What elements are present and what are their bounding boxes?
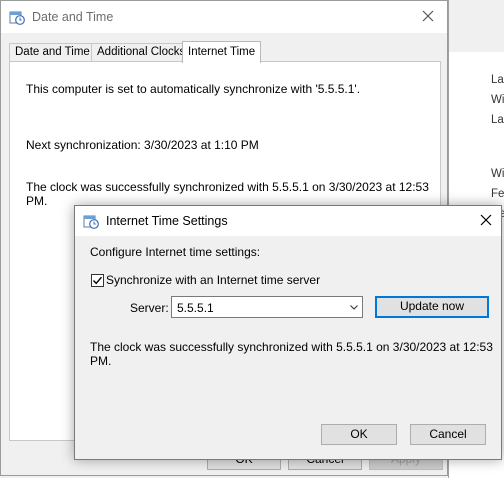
dialog-cancel-button[interactable]: Cancel [410,424,486,445]
background-text: Las [491,74,504,86]
sync-checkbox[interactable] [91,274,104,287]
dialog-title: Internet Time Settings [106,214,228,228]
background-window-band [449,0,504,52]
update-now-button[interactable]: Update now [375,296,489,318]
checkmark-icon [92,276,103,285]
background-text: Las [491,114,504,126]
sync-status-text-line2: PM. [26,194,48,208]
close-button[interactable] [419,7,437,25]
server-value: 5.5.5.1 [177,301,214,315]
dialog-status-line2: PM. [90,354,112,368]
date-time-icon [83,215,99,229]
background-text: Wi [491,94,504,106]
close-icon [422,10,434,22]
server-label: Server: [130,301,169,315]
date-time-icon [9,11,25,25]
sync-checkbox-label[interactable]: Synchronize with an Internet time server [106,273,320,287]
dialog-ok-button[interactable]: OK [321,424,397,445]
title-bar: Date and Time [1,1,447,33]
configure-label: Configure Internet time settings: [90,245,261,259]
sync-server-text: This computer is set to automatically sy… [26,82,361,96]
background-text: Fec [491,188,504,200]
sync-status-text-line1: The clock was successfully synchronized … [26,180,429,194]
dialog-status-line1: The clock was successfully synchronized … [90,340,493,354]
tab-date-and-time[interactable]: Date and Time [9,43,96,61]
window-title: Date and Time [32,10,114,24]
dialog-title-bar: Internet Time Settings [75,206,501,236]
background-text: Wi [491,168,504,180]
tab-additional-clocks[interactable]: Additional Clocks [91,43,192,61]
server-dropdown[interactable]: 5.5.5.1 [171,296,363,318]
close-icon [480,214,492,226]
next-sync-text: Next synchronization: 3/30/2023 at 1:10 … [26,138,259,152]
dialog-close-button[interactable] [477,211,495,229]
internet-time-settings-dialog: Internet Time Settings Configure Interne… [74,205,502,460]
chevron-down-icon [350,305,358,310]
tab-internet-time[interactable]: Internet Time [182,41,262,63]
